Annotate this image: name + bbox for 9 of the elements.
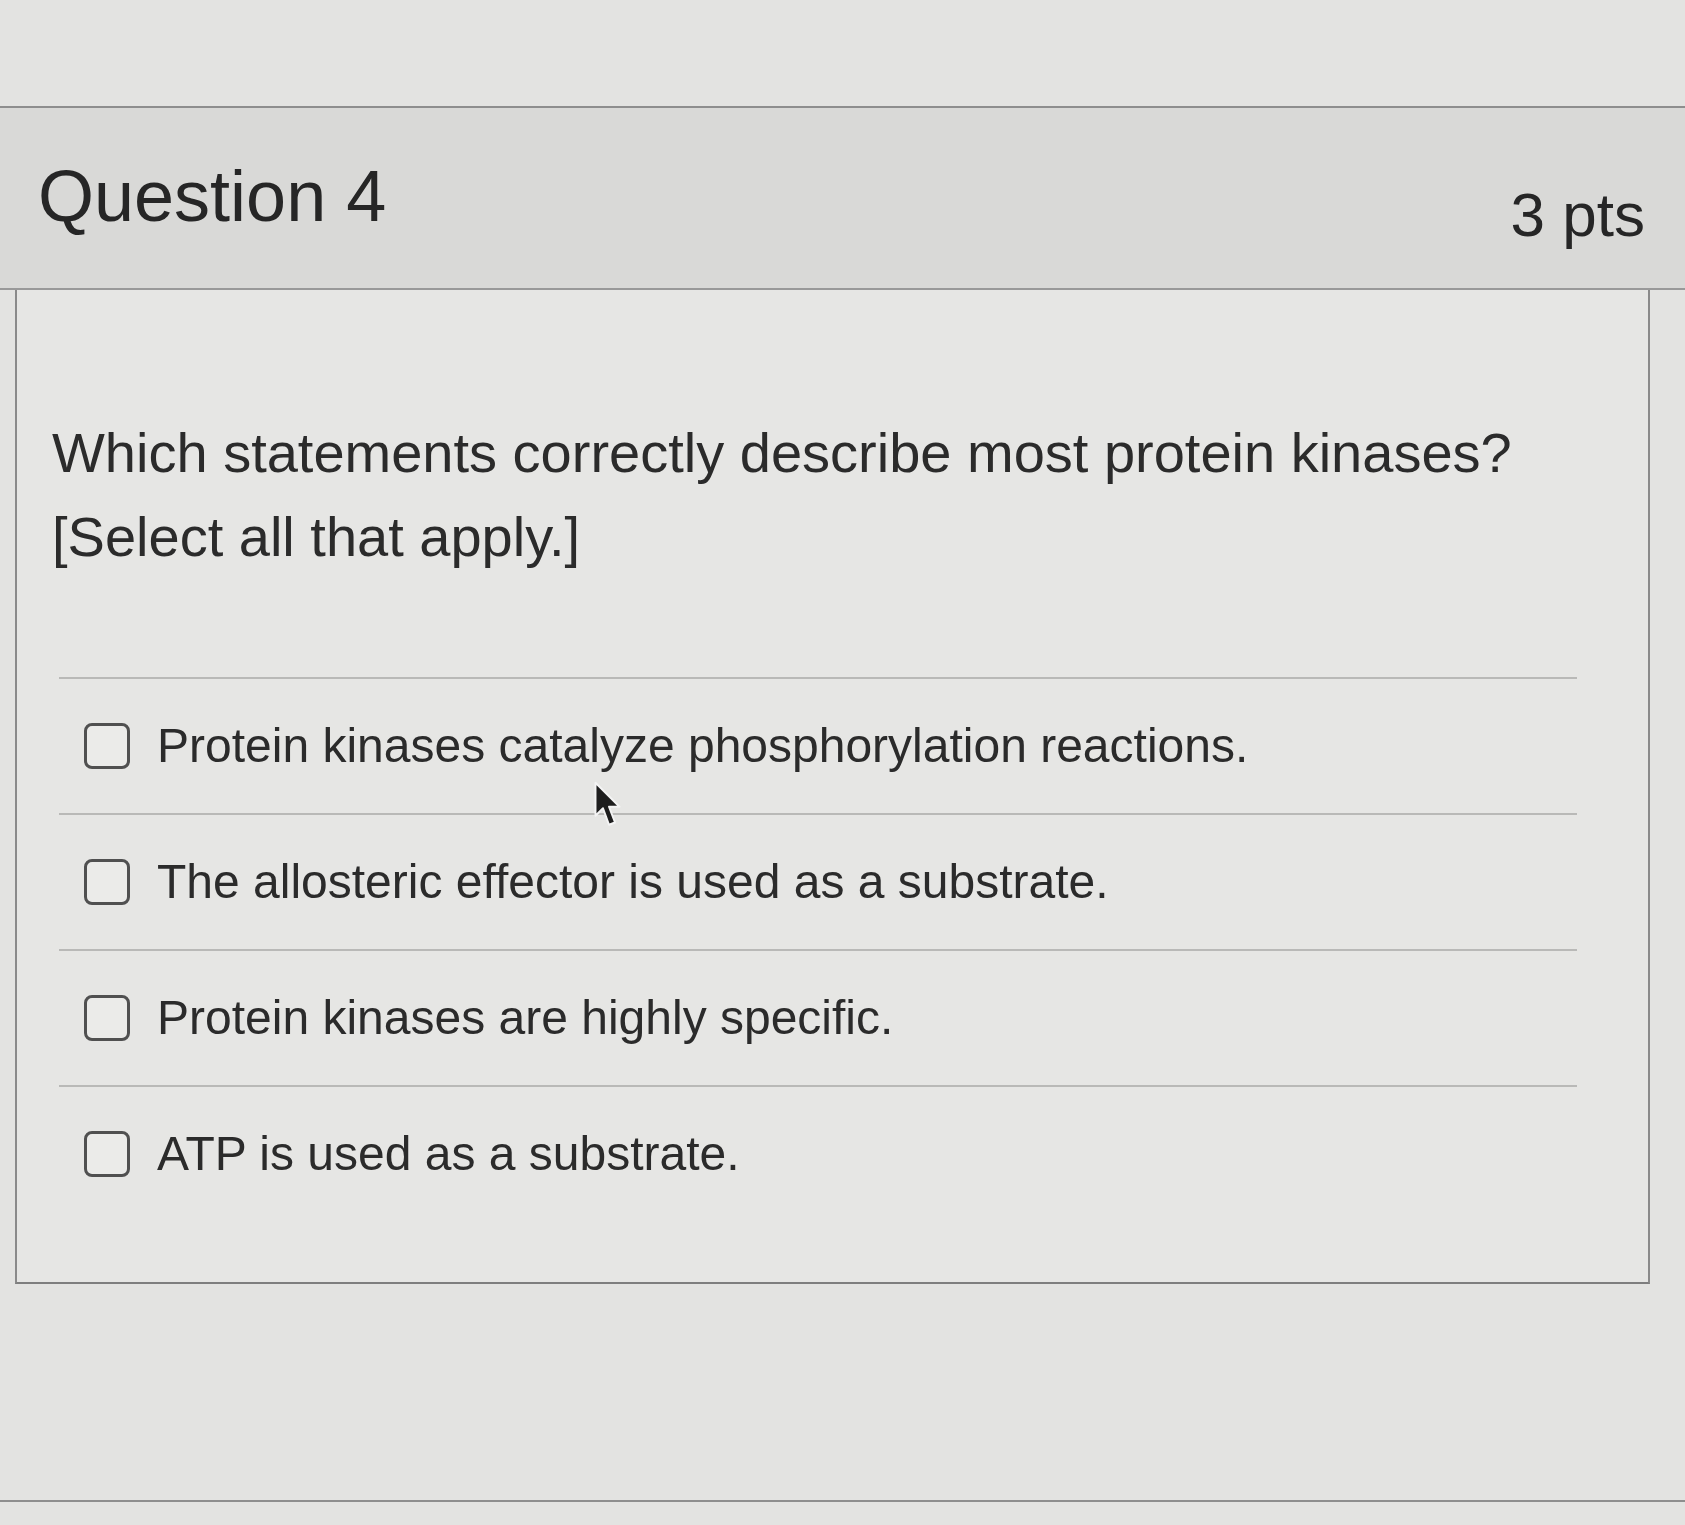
answer-label: Protein kinases are highly specific. <box>157 990 894 1047</box>
checkbox[interactable] <box>84 1131 130 1177</box>
checkbox[interactable] <box>84 723 130 769</box>
answer-label: Protein kinases catalyze phosphorylation reactions. <box>157 718 1249 775</box>
answer-label: The allosteric effector is used as a substrate. <box>157 854 1109 911</box>
checkbox[interactable] <box>84 859 130 905</box>
question-text: Which statements correctly describe most protein kinases? [Select all that apply.] <box>52 420 1513 570</box>
answer-label: ATP is used as a substrate. <box>157 1126 740 1183</box>
checkbox[interactable] <box>84 995 130 1041</box>
